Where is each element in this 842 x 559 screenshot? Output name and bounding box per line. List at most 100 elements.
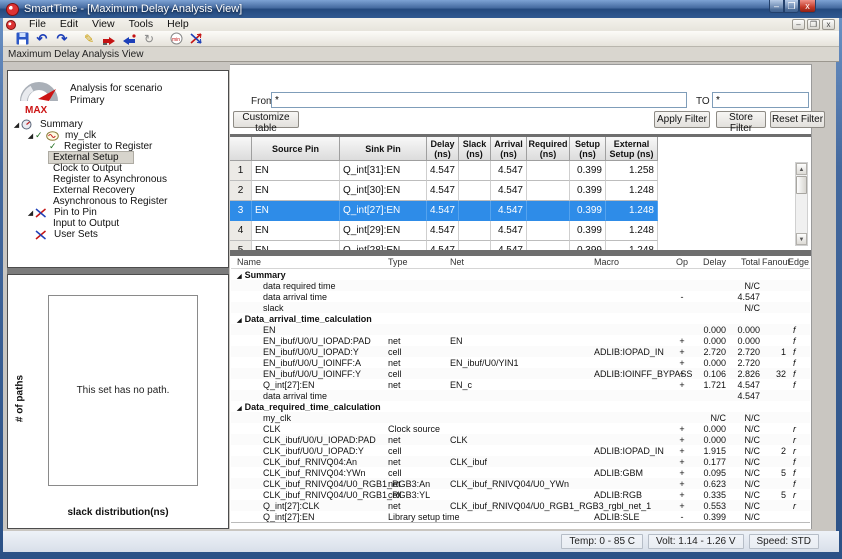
menu-edit[interactable]: Edit	[53, 18, 85, 31]
reset-filter-button[interactable]: Reset Filter	[770, 111, 825, 128]
from-input[interactable]	[271, 92, 687, 108]
detail-data-row[interactable]: Q_int[27]:ENLibrary setup timeADLIB:SLE-…	[231, 511, 810, 522]
scroll-thumb[interactable]	[796, 176, 807, 194]
tree-item-pin-to-pin[interactable]: ◢Pin to Pin	[8, 207, 228, 218]
detail-data-row[interactable]: CLK_ibuf_RNIVQ04/U0_RGB1_RGB3:AnnetCLK_i…	[231, 478, 810, 489]
section-expander-icon[interactable]: ◢	[237, 318, 242, 324]
max-delay-analysis-icon[interactable]	[100, 31, 118, 46]
detail-section-row[interactable]: ◢Data_required_time_calculation	[231, 401, 810, 412]
constraints-editor-icon[interactable]: ✎	[80, 31, 98, 46]
detail-total-cell: N/C	[727, 303, 761, 313]
section-expander-icon[interactable]: ◢	[237, 274, 242, 280]
detail-data-row[interactable]: CLK_ibuf_RNIVQ04:YWncellADLIB:GBM+0.095N…	[231, 467, 810, 478]
detail-data-row[interactable]: EN0.0000.000f	[231, 324, 810, 335]
detail-delay-cell: 0.106	[691, 369, 727, 379]
detail-data-row[interactable]: EN_ibuf/U0/U_IOINFF:AnetEN_ibuf/U0/YIN1+…	[231, 357, 810, 368]
detail-total-cell: N/C	[727, 424, 761, 434]
tab-maximum-delay-analysis-view[interactable]: Maximum Delay Analysis View	[3, 49, 143, 60]
detail-total-cell: N/C	[727, 446, 761, 456]
expander-icon[interactable]: ◢	[12, 121, 21, 129]
paths-table-row-3[interactable]: 3ENQ_int[27]:EN4.5474.5470.3991.248	[230, 201, 811, 221]
external-setup-cell: 1.248	[606, 181, 658, 201]
apply-filter-button[interactable]: Apply Filter	[654, 111, 710, 128]
menu-help[interactable]: Help	[160, 18, 196, 31]
detail-data-row[interactable]: Q_int[27]:CLKnetCLK_ibuf_RNIVQ04/U0_RGB1…	[231, 500, 810, 511]
detail-type-cell: net	[387, 380, 449, 390]
detail-total-cell: 4.547	[727, 391, 761, 401]
detail-data-row[interactable]: my_clkN/CN/C	[231, 412, 810, 423]
detail-op-cell: +	[673, 369, 691, 379]
min-delay-analysis-icon[interactable]	[120, 31, 138, 46]
tree-item-my_clk[interactable]: ◢✓my_clk	[8, 130, 228, 141]
tree-item-summary[interactable]: ◢Summary	[8, 119, 228, 130]
paths-header-0	[230, 137, 252, 161]
detail-data-row[interactable]: CLK_ibuf_RNIVQ04:AnnetCLK_ibuf+0.177N/Cf	[231, 456, 810, 467]
detail-op-cell: +	[673, 468, 691, 478]
detail-type-cell: cell	[387, 468, 449, 478]
undo-icon[interactable]: ↶	[33, 31, 51, 46]
tree-item-external-setup[interactable]: External Setup	[8, 152, 228, 163]
mdi-restore-button[interactable]: ❐	[807, 19, 820, 30]
detail-data-row[interactable]: data required timeN/C	[231, 280, 810, 291]
menu-view[interactable]: View	[85, 18, 122, 31]
detail-data-row[interactable]: data arrival time-4.547	[231, 291, 810, 302]
recalculate-icon[interactable]: ↻	[140, 31, 158, 46]
max-gauge-icon: MAX	[16, 79, 62, 115]
detail-data-row[interactable]: CLKClock source+0.000N/Cr	[231, 423, 810, 434]
detail-data-row[interactable]: CLK_ibuf_RNIVQ04/U0_RGB1_RGB3:YLcellADLI…	[231, 489, 810, 500]
detail-data-row[interactable]: CLK_ibuf/U0/U_IOPAD:PADnetCLK+0.000N/Cr	[231, 434, 810, 445]
tree-item-asynchronous-to-register[interactable]: Asynchronous to Register	[8, 196, 228, 207]
paths-table-row-2[interactable]: 2ENQ_int[30]:EN4.5474.5470.3991.248	[230, 181, 811, 201]
minimize-button[interactable]: –	[769, 0, 784, 13]
path-set-icon[interactable]	[187, 31, 205, 46]
expander-icon[interactable]: ◢	[26, 209, 35, 217]
customize-table-button[interactable]: Customize table	[233, 111, 299, 128]
tree-item-register-to-register[interactable]: ✓Register to Register	[8, 141, 228, 152]
detail-section-row[interactable]: ◢Data_arrival_time_calculation	[231, 313, 810, 324]
detail-section-row[interactable]: ◢Summary	[231, 269, 810, 280]
tree-item-user-sets[interactable]: User Sets	[8, 229, 228, 240]
detail-type-cell: cell	[387, 490, 449, 500]
paths-table-row-1[interactable]: 1ENQ_int[31]:EN4.5474.5470.3991.258	[230, 161, 811, 181]
detail-data-row[interactable]: Q_int[27]:ENnetEN_c+1.7214.547f	[231, 379, 810, 390]
section-expander-icon[interactable]: ◢	[237, 406, 242, 412]
menu-tools[interactable]: Tools	[122, 18, 161, 31]
required-cell	[527, 241, 570, 250]
maximize-button[interactable]: ❐	[784, 0, 799, 13]
store-filter-button[interactable]: Store Filter	[716, 111, 766, 128]
min-badge-icon[interactable]: min	[167, 31, 185, 46]
mdi-minimize-button[interactable]: –	[792, 19, 805, 30]
redo-icon[interactable]: ↷	[53, 31, 71, 46]
close-button[interactable]: x	[799, 0, 816, 13]
row-number-cell: 4	[230, 221, 252, 241]
scroll-down-arrow[interactable]: ▼	[796, 233, 807, 245]
detail-data-row[interactable]: CLK_ibuf/U0/U_IOPAD:YcellADLIB:IOPAD_IN+…	[231, 445, 810, 456]
detail-name-cell: EN_ibuf/U0/U_IOINFF:Y	[231, 369, 387, 379]
row-number-cell: 3	[230, 201, 252, 221]
detail-type-cell: Clock source	[387, 424, 449, 434]
detail-data-row[interactable]: data arrival time4.547	[231, 390, 810, 401]
detail-total-cell: N/C	[727, 468, 761, 478]
row-filler	[658, 221, 811, 241]
paths-table-row-4[interactable]: 4ENQ_int[29]:EN4.5474.5470.3991.248	[230, 221, 811, 241]
mdi-close-button[interactable]: x	[822, 19, 835, 30]
paths-table-row-5[interactable]: 5ENQ_int[28]:EN4.5474.5470.3991.248	[230, 241, 811, 250]
window-title: SmartTime - [Maximum Delay Analysis View…	[24, 3, 242, 15]
save-icon[interactable]	[13, 31, 31, 46]
expander-icon[interactable]: ◢	[26, 132, 35, 140]
detail-data-row[interactable]: EN_ibuf/U0/U_IOPAD:PADnetEN+0.0000.000f	[231, 335, 810, 346]
scroll-up-arrow[interactable]: ▲	[796, 163, 807, 175]
detail-data-row[interactable]: slackN/C	[231, 302, 810, 313]
detail-data-row[interactable]: EN_ibuf/U0/U_IOINFF:YcellADLIB:IOINFF_BY…	[231, 368, 810, 379]
detail-name-cell: CLK_ibuf_RNIVQ04:YWn	[231, 468, 387, 478]
tree-item-register-to-asynchronous[interactable]: Register to Asynchronous	[8, 174, 228, 185]
tree-item-clock-to-output[interactable]: Clock to Output	[8, 163, 228, 174]
detail-type-cell: cell	[387, 446, 449, 456]
menu-file[interactable]: File	[22, 18, 53, 31]
tree-item-external-recovery[interactable]: External Recovery	[8, 185, 228, 196]
tree-item-input-to-output[interactable]: Input to Output	[8, 218, 228, 229]
detail-data-row[interactable]: EN_ibuf/U0/U_IOPAD:YcellADLIB:IOPAD_IN+2…	[231, 346, 810, 357]
to-input[interactable]	[712, 92, 809, 108]
child-window-icon[interactable]	[6, 20, 16, 30]
paths-table-scrollbar[interactable]: ▲ ▼	[795, 162, 808, 246]
